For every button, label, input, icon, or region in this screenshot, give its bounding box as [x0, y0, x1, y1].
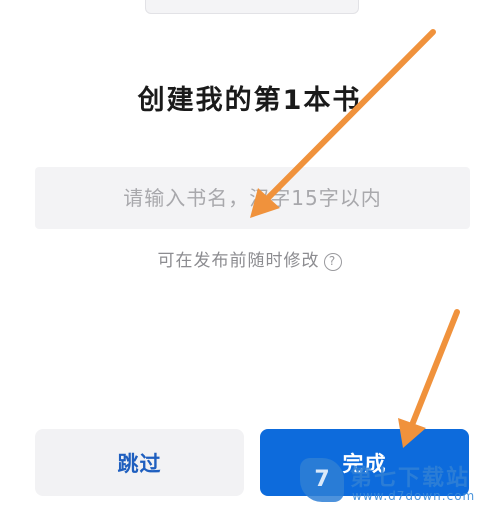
book-name-input[interactable] [35, 167, 470, 229]
watermark-url: www.d7down.com [352, 489, 476, 503]
watermark-name: 第七下载站 [350, 466, 471, 491]
question-circle-icon[interactable]: ? [323, 253, 342, 271]
edit-hint: 可在发布前随时修改? [0, 246, 499, 271]
arrow-annotation-2 [409, 309, 460, 428]
watermark: 7 第七下载站 www.d7down.com [300, 452, 499, 509]
page-title: 创建我的第1本书 [137, 85, 362, 116]
edit-hint-text: 可在发布前随时修改 [157, 251, 320, 271]
skip-button[interactable]: 跳过 [35, 429, 244, 496]
d7-logo-icon: 7 [300, 458, 344, 502]
top-card [145, 0, 359, 14]
